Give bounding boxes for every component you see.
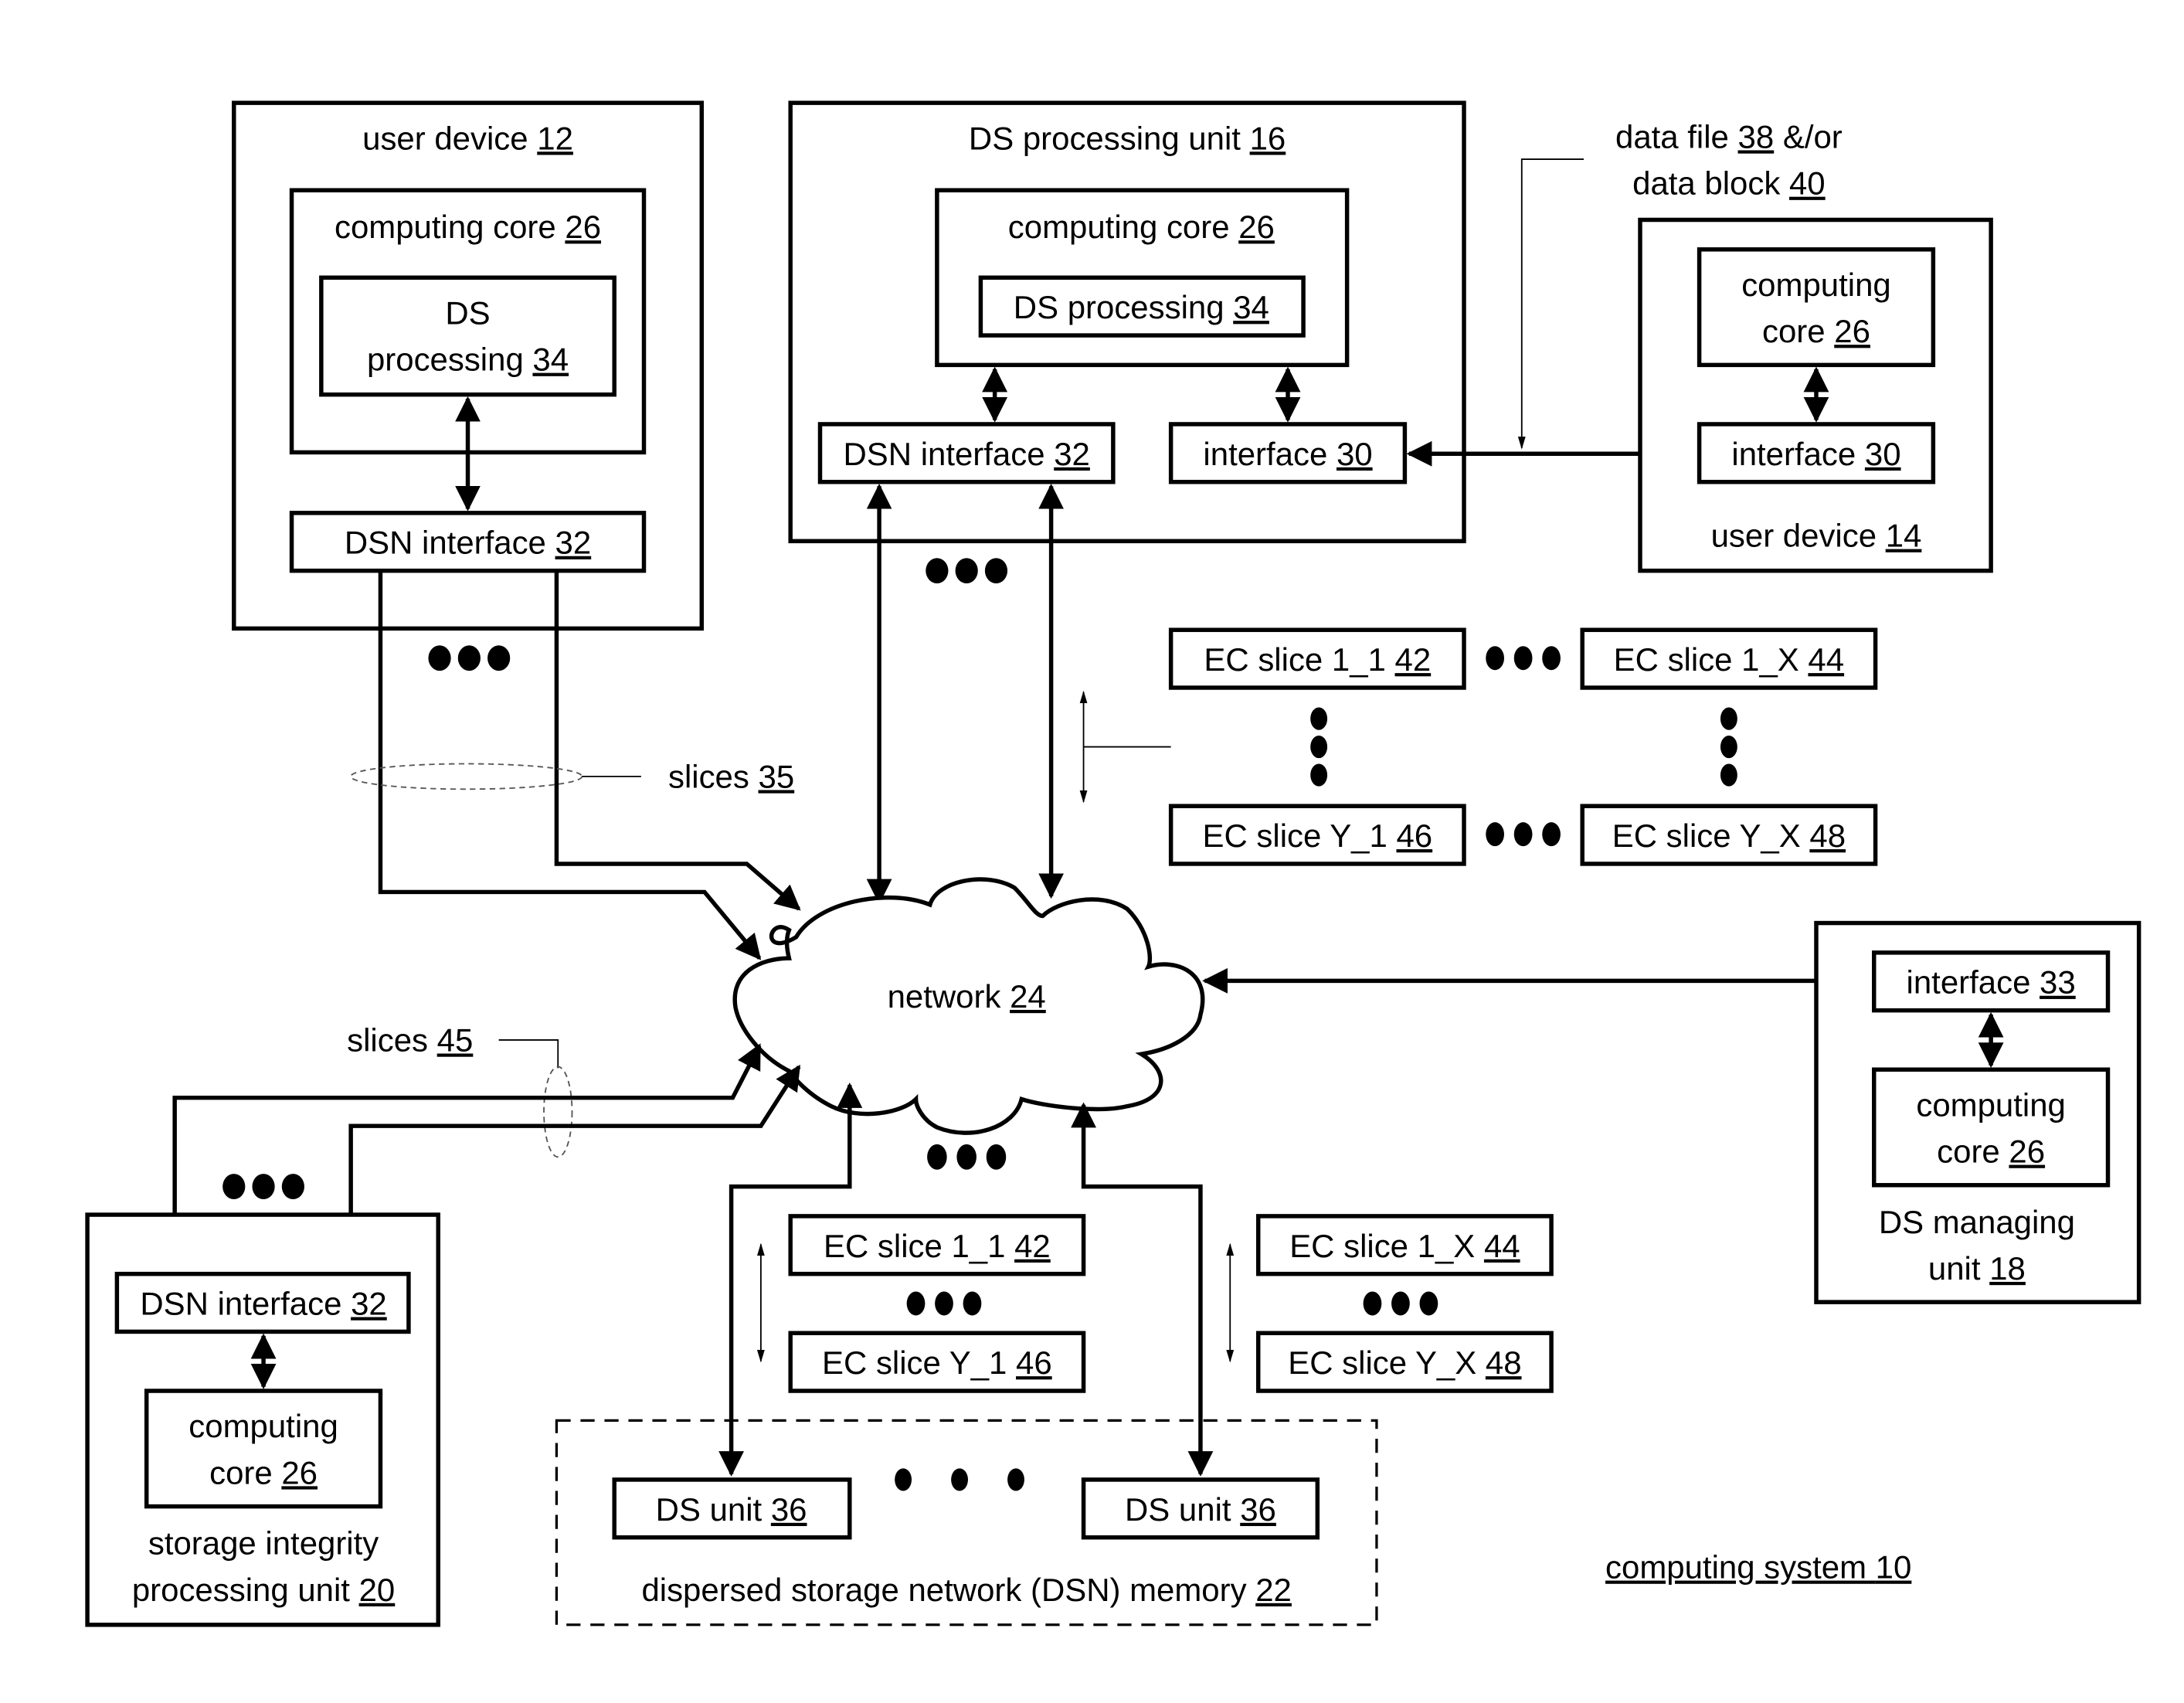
ec-slice-label: EC slice Y_1 46: [822, 1344, 1052, 1381]
ellipsis-dots: [926, 558, 1008, 584]
ellipsis-dots: [895, 1468, 1024, 1491]
dsn-memory-label: dispersed storage network (DSN) memory 2…: [641, 1572, 1291, 1608]
user-device-12-label: user device 12: [362, 120, 573, 156]
ellipsis-dots: [927, 1144, 1007, 1170]
ds-unit-label: DS unit 36: [1125, 1491, 1276, 1528]
ds-managing-label-line2: unit 18: [1928, 1250, 2026, 1287]
network-label: network 24: [888, 978, 1046, 1015]
computing-core-line2: core 26: [1937, 1134, 2045, 1170]
ds-unit-link-left: [718, 1083, 863, 1477]
data-file-leader: [1517, 158, 1585, 450]
interface-label: interface 33: [1907, 964, 2076, 1001]
ec-slice-label: EC slice Y_X 48: [1612, 818, 1846, 854]
computing-core-label: computing core 26: [1008, 209, 1275, 245]
ds-managing-unit-18: interface 33 computing core 26 DS managi…: [1814, 920, 2142, 1304]
computing-core-line1: computing: [1916, 1086, 2066, 1123]
ds-managing-label-line1: DS managing: [1879, 1204, 2075, 1240]
interface-label: interface 30: [1731, 436, 1900, 472]
dsn-interface-label: DSN interface 32: [140, 1286, 386, 1322]
ellipsis-dots: [222, 1174, 304, 1200]
ellipsis-dots: [906, 1291, 982, 1316]
slices-45-leader: [498, 1039, 559, 1069]
ds-processing-label: DS processing 34: [1014, 289, 1269, 325]
data-file-38-label: data file 38 &/or: [1615, 118, 1843, 155]
storage-integrity-label-line2: processing unit 20: [132, 1572, 395, 1608]
storage-integrity-processing-unit-20: DSN interface 32 computing core 26 stora…: [85, 1212, 440, 1627]
computing-core-label: computing core 26: [335, 209, 601, 245]
dsn-interface-label: DSN interface 32: [345, 525, 591, 561]
ec-slice-label: EC slice 1_X 44: [1289, 1228, 1520, 1264]
interface-label: interface 30: [1203, 436, 1372, 472]
ec-slice-label: EC slice 1_1 42: [824, 1228, 1051, 1264]
user-device-14-label: user device 14: [1711, 518, 1922, 554]
ds-processing-unit-16: DS processing unit 16 computing core 26 …: [788, 100, 1466, 544]
network-24: network 24: [732, 877, 1205, 1135]
ds-processing-line1: DS: [445, 294, 490, 331]
computing-core-line1: computing: [189, 1408, 338, 1444]
dsn-memory-22: DS unit 36 DS unit 36 dispersed storage …: [555, 1419, 1378, 1627]
ec-slices-right-column: EC slice 1_X 44 EC slice Y_X 48: [1226, 1214, 1554, 1393]
ds-unit-label: DS unit 36: [656, 1491, 807, 1528]
user-device-14: computing core 26 interface 30 user devi…: [1638, 217, 1993, 573]
ds-processing-line2: processing 34: [367, 342, 569, 378]
ec-slice-label: EC slice Y_1 46: [1202, 818, 1432, 854]
ds-unit-link-right: [1071, 1102, 1214, 1477]
ec-slice-grid: EC slice 1_1 42 EC slice 1_X 44 EC slice…: [1079, 627, 1878, 866]
computing-core-line2: core 26: [209, 1454, 318, 1491]
slices-45-label: slices 45: [347, 1022, 473, 1059]
ec-slice-label: EC slice Y_X 48: [1288, 1344, 1521, 1381]
computing-core-line1: computing: [1741, 267, 1891, 303]
computing-core-line2: core 26: [1762, 313, 1870, 349]
slices-35-label: slices 35: [668, 758, 794, 794]
ds-processing-unit-16-label: DS processing unit 16: [969, 120, 1286, 156]
computing-system-diagram: user device 12 computing core 26 DS proc…: [85, 100, 2142, 1627]
ellipsis-dots: [428, 645, 511, 671]
ec-slice-label: EC slice 1_X 44: [1614, 641, 1844, 678]
ellipsis-dots: [1363, 1291, 1438, 1316]
slices-45-grouping-ellipse: [543, 1066, 573, 1158]
dsn-interface-label: DSN interface 32: [843, 436, 1089, 472]
slices-35-grouping-ellipse: [350, 763, 583, 790]
ec-slice-label: EC slice 1_1 42: [1204, 641, 1431, 678]
storage-integrity-label-line1: storage integrity: [148, 1525, 379, 1562]
ec-slices-left-column: EC slice 1_1 42 EC slice Y_1 46: [756, 1214, 1086, 1393]
user-device-12: user device 12 computing core 26 DS proc…: [232, 100, 705, 631]
data-block-40-label: data block 40: [1632, 165, 1826, 202]
figure-title: computing system 10: [1605, 1549, 1911, 1586]
